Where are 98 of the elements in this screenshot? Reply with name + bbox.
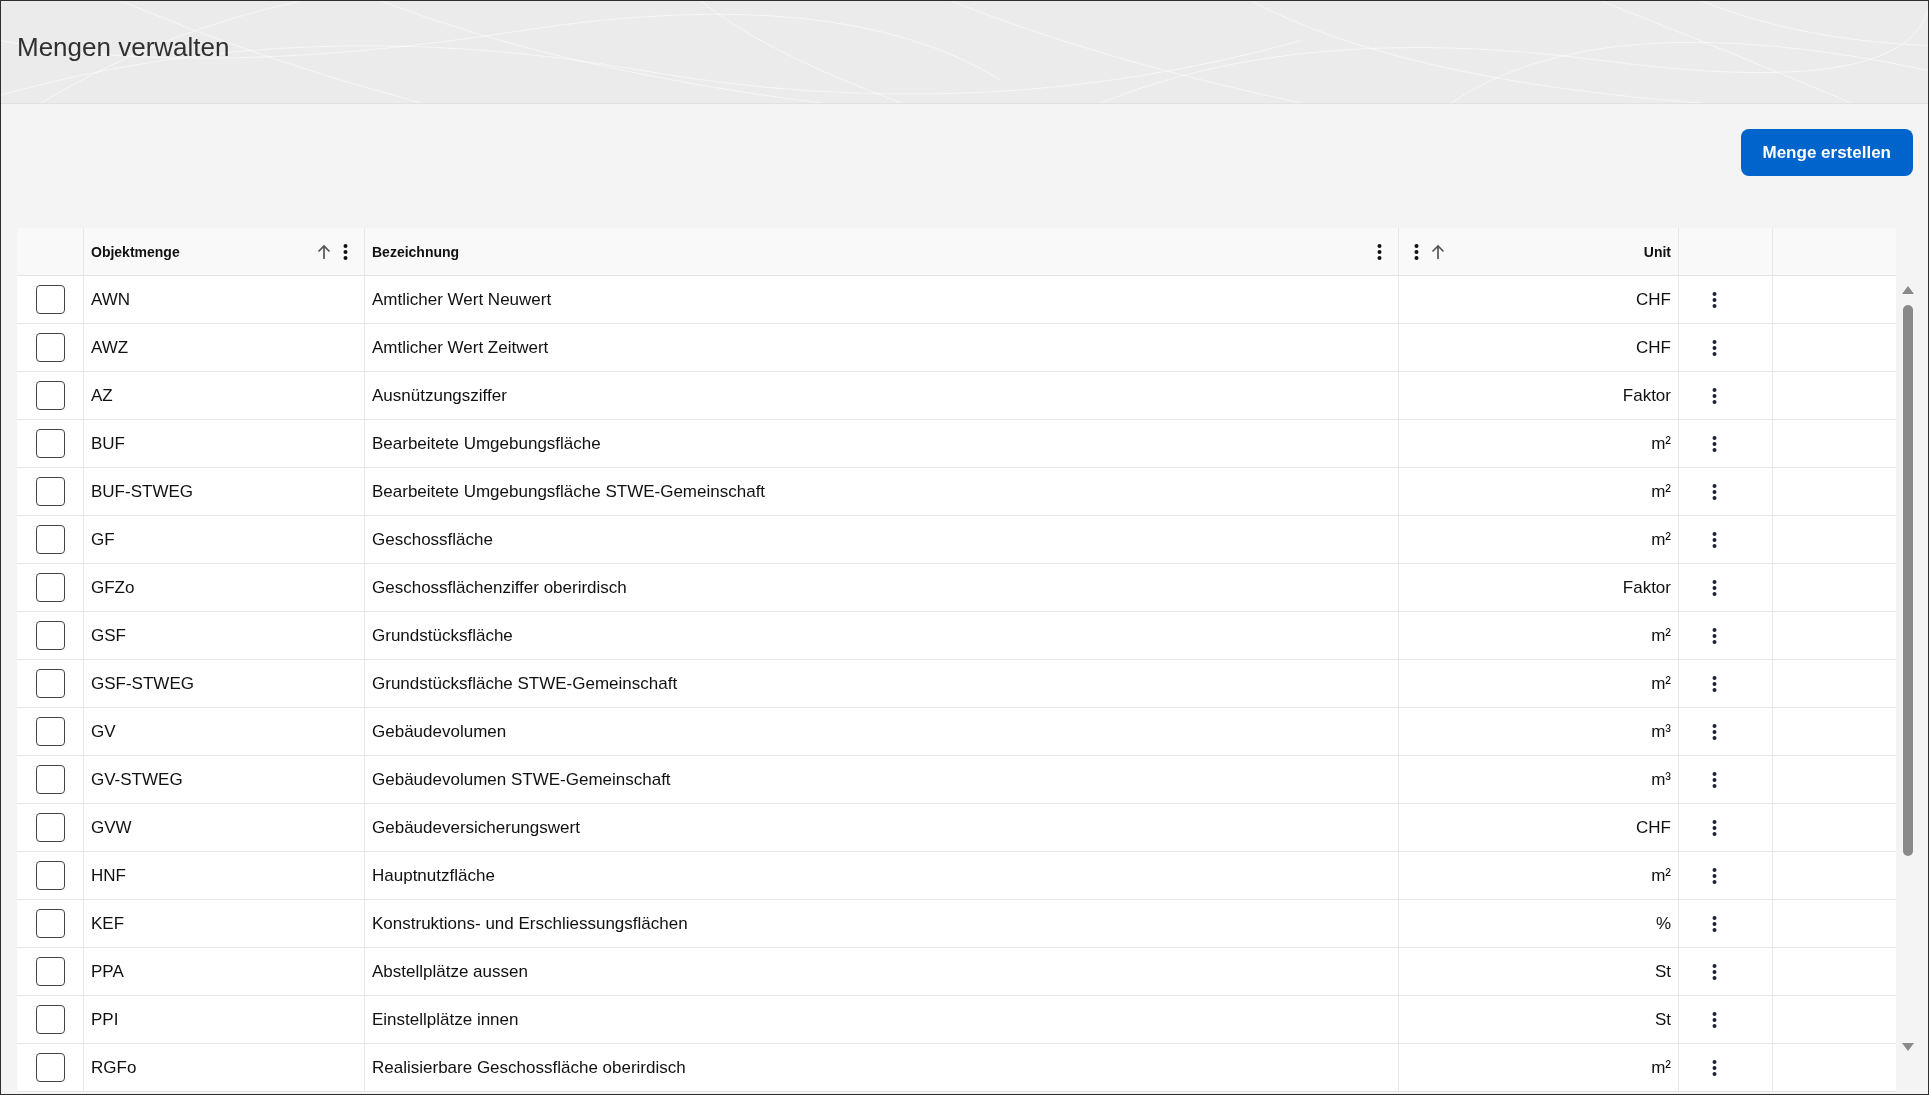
- table-cell: Faktor: [1399, 372, 1679, 419]
- vertical-dots-icon[interactable]: [1712, 627, 1717, 644]
- table-cell: m²: [1399, 660, 1679, 707]
- checkbox[interactable]: [35, 285, 65, 314]
- table-cell: RGFo: [84, 1044, 365, 1091]
- table-cell: GSF: [84, 612, 365, 659]
- table-cell: Grundstücksfläche STWE-Gemeinschaft: [365, 660, 1399, 707]
- table-cell: GF: [84, 516, 365, 563]
- table-cell: HNF: [84, 852, 365, 899]
- table-cell: Geschossflächenziffer oberirdisch: [365, 564, 1399, 611]
- table-cell: Gebäudevolumen: [365, 708, 1399, 755]
- vertical-dots-icon[interactable]: [1712, 867, 1717, 884]
- vertical-dots-icon[interactable]: [1712, 915, 1717, 932]
- table-cell: Ausnützungsziffer: [365, 372, 1399, 419]
- table-cell: PPI: [84, 996, 365, 1043]
- checkbox[interactable]: [35, 573, 65, 602]
- column-header[interactable]: Bezeichnung: [372, 243, 460, 260]
- create-button[interactable]: Menge erstellen: [1740, 129, 1913, 176]
- table-cell: St: [1399, 996, 1679, 1043]
- checkbox[interactable]: [35, 717, 65, 746]
- table-cell: %: [1399, 900, 1679, 947]
- arrow-up-icon[interactable]: [317, 243, 331, 260]
- table-cell: m²: [1399, 612, 1679, 659]
- table-cell: GSF-STWEG: [84, 660, 365, 707]
- vertical-dots-icon[interactable]: [1712, 963, 1717, 980]
- table-cell: PPA: [84, 948, 365, 995]
- vertical-dots-icon[interactable]: [1712, 339, 1717, 356]
- vertical-dots-icon[interactable]: [1712, 771, 1717, 788]
- column-header[interactable]: Objektmenge: [91, 243, 180, 260]
- table-cell: GV: [84, 708, 365, 755]
- checkbox[interactable]: [35, 477, 65, 506]
- column-header[interactable]: Unit: [1643, 243, 1671, 260]
- table-cell: Hauptnutzfläche: [365, 852, 1399, 899]
- table-cell: Faktor: [1399, 564, 1679, 611]
- table-cell: Abstellplätze aussen: [365, 948, 1399, 995]
- table-cell: Gebäudeversicherungswert: [365, 804, 1399, 851]
- table-cell: Amtlicher Wert Neuwert: [365, 276, 1399, 323]
- checkbox[interactable]: [35, 957, 65, 986]
- checkbox[interactable]: [35, 333, 65, 362]
- checkbox[interactable]: [35, 381, 65, 410]
- table-cell: Einstellplätze innen: [365, 996, 1399, 1043]
- table-cell: Bearbeitete Umgebungsfläche: [365, 420, 1399, 467]
- table-cell: m²: [1399, 420, 1679, 467]
- scrollbar-thumb[interactable]: [1902, 305, 1913, 856]
- table-cell: GVW: [84, 804, 365, 851]
- table-cell: m³: [1399, 708, 1679, 755]
- vertical-dots-icon[interactable]: [1712, 531, 1717, 548]
- table-cell: BUF-STWEG: [84, 468, 365, 515]
- table-cell: Grundstücksfläche: [365, 612, 1399, 659]
- table-cell: Amtlicher Wert Zeitwert: [365, 324, 1399, 371]
- vertical-dots-icon[interactable]: [1712, 387, 1717, 404]
- table-cell: CHF: [1399, 804, 1679, 851]
- table-cell: St: [1399, 948, 1679, 995]
- table-cell: GFZo: [84, 564, 365, 611]
- checkbox[interactable]: [35, 1005, 65, 1034]
- page-title: Mengen verwalten: [17, 31, 230, 63]
- vertical-dots-icon[interactable]: [343, 243, 348, 260]
- table-cell: m²: [1399, 852, 1679, 899]
- vertical-dots-icon[interactable]: [1712, 435, 1717, 452]
- table-cell: m²: [1399, 516, 1679, 563]
- table-cell: AWN: [84, 276, 365, 323]
- checkbox[interactable]: [35, 765, 65, 794]
- table-cell: GV-STWEG: [84, 756, 365, 803]
- vertical-dots-icon[interactable]: [1414, 243, 1419, 260]
- checkbox[interactable]: [35, 861, 65, 890]
- vertical-dots-icon[interactable]: [1712, 291, 1717, 308]
- checkbox[interactable]: [35, 669, 65, 698]
- checkbox[interactable]: [35, 621, 65, 650]
- table-cell: m³: [1399, 756, 1679, 803]
- table-cell: m²: [1399, 468, 1679, 515]
- checkbox[interactable]: [35, 813, 65, 842]
- checkbox[interactable]: [35, 429, 65, 458]
- table-cell: BUF: [84, 420, 365, 467]
- table-cell: KEF: [84, 900, 365, 947]
- table-cell: CHF: [1399, 324, 1679, 371]
- table-cell: CHF: [1399, 276, 1679, 323]
- scroll-down-arrow-icon[interactable]: [1900, 1043, 1915, 1052]
- table-cell: AWZ: [84, 324, 365, 371]
- table-cell: Bearbeitete Umgebungsfläche STWE-Gemeinschaft: [365, 468, 1399, 515]
- checkbox[interactable]: [35, 909, 65, 938]
- vertical-dots-icon[interactable]: [1712, 1011, 1717, 1028]
- arrow-up-icon[interactable]: [1431, 243, 1445, 260]
- scroll-up-arrow-icon[interactable]: [1900, 285, 1915, 294]
- table-cell: Realisierbare Geschossfläche oberirdisch: [365, 1044, 1399, 1091]
- checkbox[interactable]: [35, 1053, 65, 1082]
- checkbox[interactable]: [35, 525, 65, 554]
- vertical-dots-icon[interactable]: [1712, 819, 1717, 836]
- vertical-dots-icon[interactable]: [1377, 243, 1382, 260]
- table-cell: Gebäudevolumen STWE-Gemeinschaft: [365, 756, 1399, 803]
- vertical-dots-icon[interactable]: [1712, 723, 1717, 740]
- table-cell: Konstruktions- und Erschliessungsflächen: [365, 900, 1399, 947]
- vertical-dots-icon[interactable]: [1712, 483, 1717, 500]
- vertical-dots-icon[interactable]: [1712, 1059, 1717, 1076]
- table-cell: Geschossfläche: [365, 516, 1399, 563]
- table-cell: m²: [1399, 1044, 1679, 1091]
- vertical-dots-icon[interactable]: [1712, 675, 1717, 692]
- vertical-dots-icon[interactable]: [1712, 579, 1717, 596]
- table-cell: AZ: [84, 372, 365, 419]
